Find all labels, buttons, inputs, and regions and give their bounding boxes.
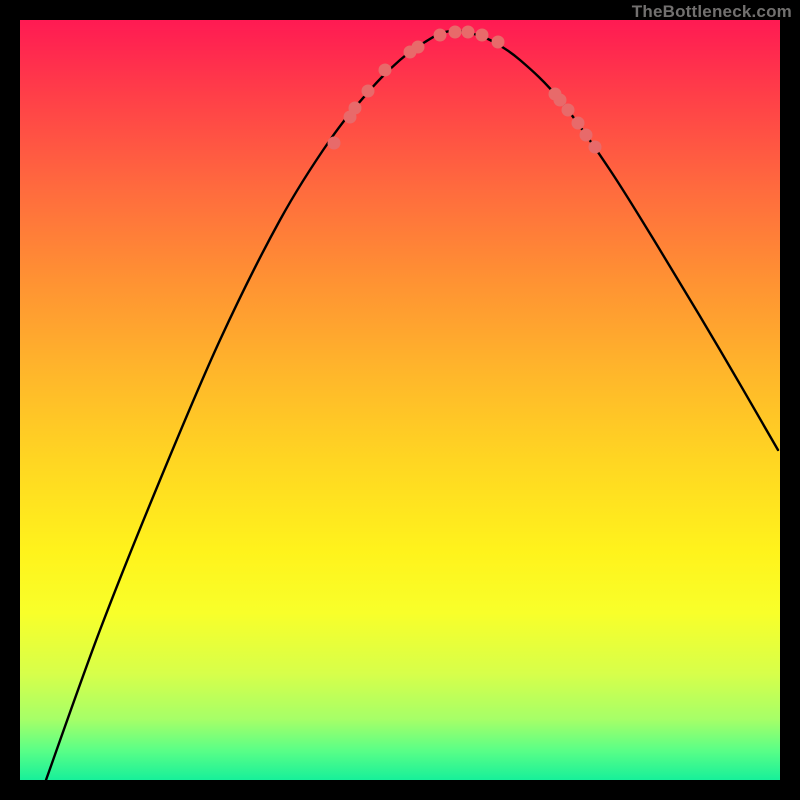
bottleneck-curve: [46, 31, 778, 780]
chart-svg: [20, 20, 780, 780]
curve-dot: [349, 102, 362, 115]
curve-dot: [379, 64, 392, 77]
curve-dot: [572, 117, 585, 130]
curve-dot: [412, 41, 425, 54]
curve-dot: [589, 141, 602, 154]
curve-dot: [362, 85, 375, 98]
gradient-plot-area: [20, 20, 780, 780]
outer-frame: TheBottleneck.com: [0, 0, 800, 800]
curve-dot: [434, 29, 447, 42]
curve-dot: [562, 104, 575, 117]
curve-dot: [476, 29, 489, 42]
curve-dot: [449, 26, 462, 39]
curve-dot: [492, 36, 505, 49]
curve-dots-group: [328, 26, 602, 154]
curve-dot: [462, 26, 475, 39]
watermark-text: TheBottleneck.com: [632, 2, 792, 22]
curve-dot: [580, 129, 593, 142]
curve-dot: [328, 137, 341, 150]
